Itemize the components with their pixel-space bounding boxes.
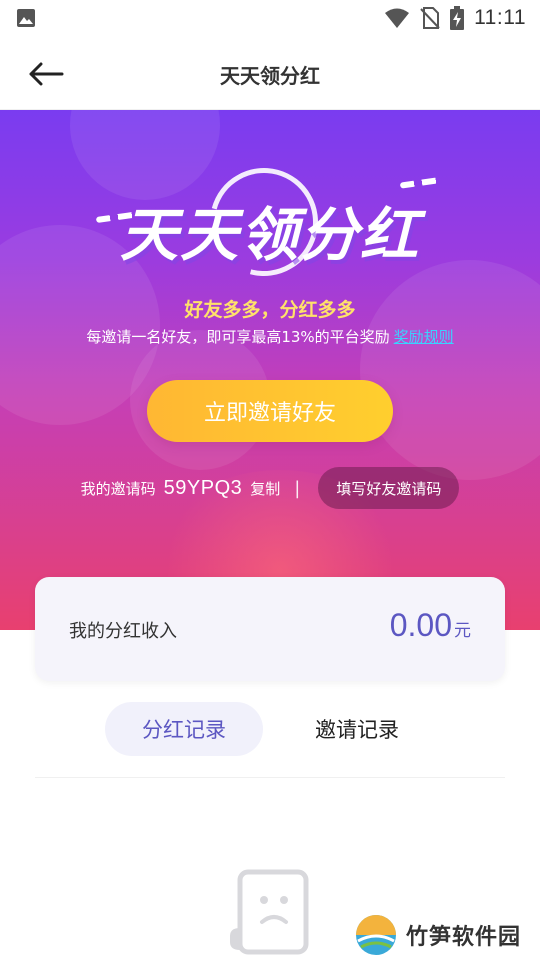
watermark: 竹笋软件园	[354, 912, 521, 958]
page-title: 天天领分红	[220, 64, 320, 88]
record-tabs: 分红记录 邀请记录	[0, 702, 540, 756]
invite-code-label: 我的邀请码	[80, 479, 156, 498]
status-bar: 11:11	[0, 0, 540, 36]
fill-friend-code-button[interactable]: 填写好友邀请码	[318, 467, 460, 509]
zhusun-logo	[356, 915, 396, 955]
copy-code-button[interactable]: 复制	[250, 478, 280, 499]
income-card: 我的分红收入 0.00 元	[35, 577, 505, 681]
reward-description: 每邀请一名好友，即可享最高13%的平台奖励	[86, 328, 390, 346]
income-amount: 0.00 元	[390, 607, 471, 644]
reward-rules-link[interactable]: 奖励规则	[394, 328, 454, 346]
hero-description: 每邀请一名好友，即可享最高13%的平台奖励 奖励规则	[0, 326, 540, 347]
income-label: 我的分红收入	[69, 621, 177, 642]
invite-code-value: 59YPQ3	[163, 476, 243, 499]
wifi-icon	[385, 8, 410, 28]
status-time: 11:11	[474, 6, 526, 29]
battery-charging-icon	[450, 6, 465, 30]
invite-friends-button[interactable]: 立即邀请好友	[147, 380, 393, 442]
gallery-icon	[17, 9, 35, 27]
tab-dividend-records[interactable]: 分红记录	[105, 702, 263, 756]
divider	[35, 777, 505, 778]
tab-invite-records[interactable]: 邀请记录	[287, 702, 427, 756]
hero-big-title: 天天领分红	[0, 148, 540, 296]
decor-bubble	[360, 260, 540, 480]
empty-document-icon	[230, 869, 309, 955]
income-amount-unit: 元	[454, 621, 471, 641]
hero-title-text: 天天领分红	[119, 201, 420, 269]
status-icons: 11:11	[384, 5, 526, 31]
decor-dashes	[399, 177, 439, 189]
hero-banner: 天天领分红 好友多多，分红多多 每邀请一名好友，即可享最高13%的平台奖励 奖励规…	[0, 110, 540, 630]
hero-slogan: 好友多多，分红多多	[184, 299, 356, 321]
separator: |	[294, 477, 301, 499]
invite-code-row: 我的邀请码 59YPQ3 复制 | 填写好友邀请码	[0, 467, 540, 509]
app-header: 天天领分红	[0, 36, 540, 110]
income-amount-value: 0.00	[389, 607, 452, 643]
watermark-text: 竹笋软件园	[406, 925, 522, 950]
no-sim-icon	[420, 7, 440, 29]
